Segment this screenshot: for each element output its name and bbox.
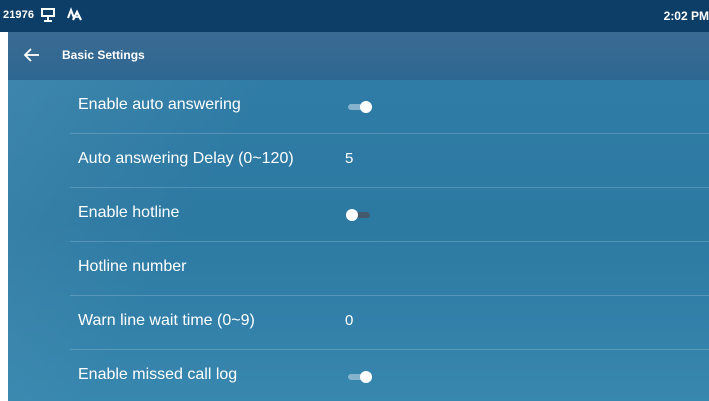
setting-row-hotline[interactable]: Enable hotline <box>70 188 709 242</box>
network-icon <box>39 7 57 23</box>
setting-value: 0 <box>345 312 354 329</box>
setting-row-warn-line-wait-time[interactable]: Warn line wait time (0~9) 0 <box>70 296 709 350</box>
toggle-knob <box>346 209 358 221</box>
setting-label: Enable missed call log <box>78 366 238 383</box>
setting-row-missed-call-log[interactable]: Enable missed call log <box>70 350 709 401</box>
setting-label: Enable auto answering <box>78 96 241 113</box>
setting-value: 5 <box>345 150 354 167</box>
setting-label: Hotline number <box>78 258 187 275</box>
status-time: 2:02 PM <box>663 9 709 23</box>
toggle-knob <box>360 101 372 113</box>
font-a-icon <box>66 7 84 23</box>
setting-row-auto-answering-delay[interactable]: Auto answering Delay (0~120) 5 <box>70 134 709 188</box>
setting-label: Auto answering Delay (0~120) <box>78 150 294 167</box>
screen: 21976 2:02 PM Basic Settings Enable auto… <box>0 0 709 401</box>
back-arrow-icon[interactable] <box>22 45 42 65</box>
page-title: Basic Settings <box>62 48 145 62</box>
settings-content: Enable auto answering Auto answering Del… <box>8 80 709 401</box>
status-id: 21976 <box>3 9 35 21</box>
setting-row-auto-answering[interactable]: Enable auto answering <box>70 80 709 134</box>
hotline-toggle[interactable] <box>346 209 376 221</box>
setting-label: Enable hotline <box>78 204 180 221</box>
title-bar: Basic Settings <box>8 32 709 80</box>
status-bar: 21976 2:02 PM <box>0 0 709 32</box>
auto-answering-toggle[interactable] <box>346 101 376 113</box>
settings-list: Enable auto answering Auto answering Del… <box>70 80 709 401</box>
setting-label: Warn line wait time (0~9) <box>78 312 255 329</box>
missed-call-log-toggle[interactable] <box>346 371 376 383</box>
toggle-knob <box>360 371 372 383</box>
setting-row-hotline-number[interactable]: Hotline number <box>70 242 709 296</box>
